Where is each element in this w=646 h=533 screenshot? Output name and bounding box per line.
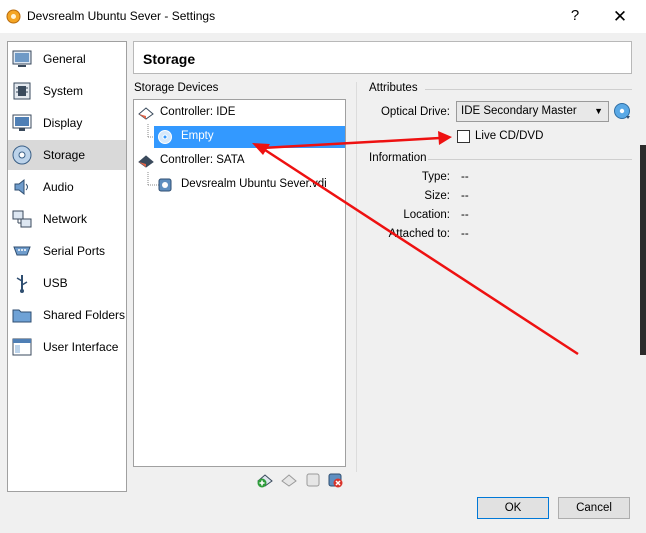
controller-icon — [138, 155, 154, 168]
choose-disk-icon[interactable] — [613, 102, 631, 120]
optical-drive-value: IDE Secondary Master — [461, 105, 577, 117]
display-icon — [12, 114, 32, 131]
storage-devices-heading: Storage Devices — [134, 82, 219, 94]
sidebar-item-user-interface[interactable]: User Interface — [8, 332, 126, 362]
info-size-label: Size: — [424, 190, 450, 202]
information-separator — [428, 159, 632, 160]
hard-disk-icon — [158, 178, 172, 192]
info-size-value: -- — [461, 190, 469, 202]
sidebar-item-general[interactable]: General — [8, 44, 126, 74]
sidebar-item-label: Display — [43, 116, 83, 130]
storage-tree[interactable]: Controller: IDE Empty Controller: SATA D… — [133, 99, 346, 467]
panel-divider — [356, 82, 357, 472]
network-icon — [12, 210, 32, 228]
page-header: Storage — [133, 41, 632, 74]
sidebar-item-label: User Interface — [43, 340, 119, 354]
sidebar-item-audio[interactable]: Audio — [8, 172, 126, 202]
sidebar-item-shared-folders[interactable]: Shared Folders — [8, 300, 126, 330]
tree-item-controller-ide[interactable]: Controller: IDE — [138, 102, 343, 124]
chevron-down-icon: ▼ — [594, 106, 603, 116]
audio-icon — [14, 178, 28, 196]
tree-item-vdi-disk[interactable]: Devsrealm Ubuntu Sever.vdi — [154, 174, 345, 196]
remove-controller-icon[interactable] — [280, 471, 298, 489]
sidebar-item-label: Shared Folders — [43, 308, 126, 322]
annotation-arrowhead — [438, 131, 452, 145]
optical-drive-select[interactable]: IDE Secondary Master ▼ — [456, 101, 609, 122]
settings-sidebar: General System Display Storage Audio Net… — [7, 41, 127, 492]
sidebar-item-network[interactable]: Network — [8, 204, 126, 234]
user-interface-icon — [12, 338, 32, 356]
sidebar-item-usb[interactable]: USB — [8, 268, 126, 298]
tree-item-label: Controller: IDE — [160, 106, 236, 118]
tree-item-label: Controller: SATA — [160, 154, 245, 166]
usb-icon — [16, 275, 28, 293]
tree-item-label: Empty — [181, 130, 214, 142]
virtualbox-app-icon — [6, 9, 21, 24]
sidebar-item-label: General — [43, 52, 86, 66]
add-attachment-icon[interactable] — [304, 471, 322, 489]
sidebar-item-storage[interactable]: Storage — [8, 140, 126, 170]
tree-item-empty-optical[interactable]: Empty — [154, 126, 345, 148]
general-icon — [12, 50, 32, 67]
window-title: Devsrealm Ubuntu Sever - Settings — [27, 9, 216, 23]
info-location-value: -- — [461, 209, 469, 221]
optical-drive-label: Optical Drive: — [380, 106, 450, 118]
sidebar-item-label: USB — [43, 276, 68, 290]
sidebar-item-display[interactable]: Display — [8, 108, 126, 138]
ok-button[interactable]: OK — [477, 497, 549, 519]
help-button[interactable]: ? — [566, 5, 584, 27]
sidebar-item-system[interactable]: System — [8, 76, 126, 106]
serial-ports-icon — [13, 246, 31, 256]
tree-item-controller-sata[interactable]: Controller: SATA — [138, 150, 343, 172]
title-bar: Devsrealm Ubuntu Sever - Settings ? ✕ — [0, 0, 646, 33]
system-icon — [13, 82, 31, 100]
add-controller-icon[interactable] — [256, 471, 274, 489]
remove-attachment-icon[interactable] — [326, 471, 344, 489]
close-button[interactable]: ✕ — [598, 4, 642, 30]
sidebar-item-serial-ports[interactable]: Serial Ports — [8, 236, 126, 266]
controller-icon — [138, 107, 154, 120]
cancel-button[interactable]: Cancel — [558, 497, 630, 519]
background-window-edge — [640, 145, 646, 355]
sidebar-item-label: Audio — [43, 180, 74, 194]
information-heading: Information — [369, 152, 427, 164]
info-type-value: -- — [461, 171, 469, 183]
sidebar-item-label: System — [43, 84, 84, 98]
sidebar-item-label: Serial Ports — [43, 244, 106, 258]
page-title: Storage — [143, 51, 196, 67]
info-attached-to-value: -- — [461, 228, 469, 240]
info-type-label: Type: — [421, 171, 450, 183]
live-cd-checkbox[interactable] — [457, 130, 470, 143]
attributes-heading: Attributes — [369, 82, 418, 94]
info-attached-to-label: Attached to: — [388, 228, 450, 240]
optical-disc-icon — [158, 130, 172, 144]
sidebar-item-label: Storage — [43, 148, 86, 162]
info-location-label: Location: — [403, 209, 450, 221]
shared-folders-icon — [12, 309, 32, 323]
tree-item-label: Devsrealm Ubuntu Sever.vdi — [181, 178, 327, 190]
live-cd-label: Live CD/DVD — [475, 130, 544, 142]
attributes-separator — [425, 89, 632, 90]
storage-icon — [12, 145, 32, 165]
sidebar-item-label: Network — [43, 212, 88, 226]
